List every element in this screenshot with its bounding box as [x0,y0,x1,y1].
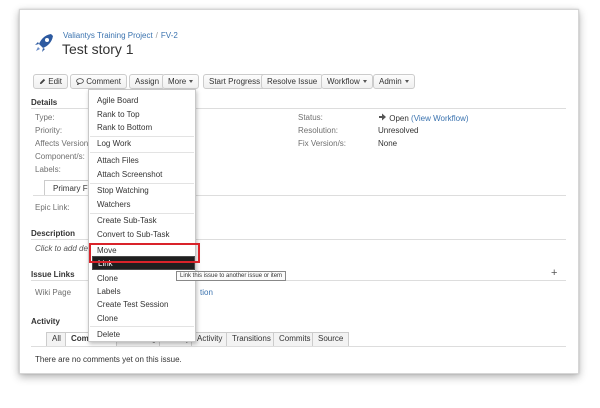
fix-version-value: None [378,139,398,148]
priority-label: Priority: [35,126,63,135]
view-workflow-link[interactable]: (View Workflow) [411,114,469,123]
breadcrumb-project-link[interactable]: Valiantys Training Project [63,31,153,40]
workflow-button[interactable]: Workflow [321,74,373,89]
menu-item-create-test-session[interactable]: Create Test Session [97,300,168,309]
tab-transitions[interactable]: Transitions [226,332,277,346]
chevron-down-icon [362,80,367,83]
menu-item-watchers[interactable]: Watchers [97,200,131,209]
comment-icon [76,78,84,86]
edit-label: Edit [48,77,63,86]
menu-item-log-work[interactable]: Log Work [97,139,131,148]
menu-item-delete[interactable]: Delete [97,330,120,339]
comment-label: Comment [86,77,121,86]
menu-separator [90,136,194,137]
tab-primary-fields[interactable]: Primary Fiel [44,180,96,195]
admin-label: Admin [379,77,402,86]
resolution-value: Unresolved [378,126,419,135]
fix-version-label: Fix Version/s: [298,139,347,148]
empty-comments-message: There are no comments yet on this issue. [35,355,182,364]
breadcrumb-separator: / [155,31,158,40]
status-open-icon [379,113,386,121]
resolve-issue-button[interactable]: Resolve Issue [261,74,324,89]
menu-separator [90,183,194,184]
epic-link-label: Epic Link: [35,203,70,212]
affects-version-label: Affects Version/s [35,139,95,148]
description-placeholder[interactable]: Click to add des [35,244,92,253]
tab-source[interactable]: Source [312,332,350,346]
menu-item-create-sub-task[interactable]: Create Sub-Task [97,216,157,225]
comment-button[interactable]: Comment [70,74,127,89]
menu-item-labels[interactable]: Labels [97,287,121,296]
menu-item-agile-board[interactable]: Agile Board [97,96,138,105]
start-progress-button[interactable]: Start Progress [203,74,267,89]
menu-separator [90,152,194,153]
activity-heading: Activity [31,317,60,326]
tab-all[interactable]: All [46,332,67,346]
edit-button[interactable]: Edit [33,74,69,89]
issue-links-heading: Issue Links [31,270,75,279]
assign-button[interactable]: Assign [129,74,166,89]
wiki-page-label: Wiki Page [35,288,72,297]
wiki-page-link[interactable]: tion [200,288,213,297]
admin-button[interactable]: Admin [373,74,415,89]
add-link-button[interactable]: + [551,267,557,279]
more-button[interactable]: More [162,74,200,89]
workflow-label: Workflow [327,77,360,86]
chevron-down-icon [404,80,409,83]
details-heading: Details [31,98,58,107]
menu-item-attach-screenshot[interactable]: Attach Screenshot [97,170,162,179]
divider [31,346,566,347]
pencil-icon [39,78,46,85]
rocket-icon [33,32,55,54]
chevron-down-icon [189,80,194,83]
status-text: Open [389,114,409,123]
status-label: Status: [298,113,323,122]
menu-item-convert-to-sub-task[interactable]: Convert to Sub-Task [97,230,169,239]
link-highlight-box [89,243,200,263]
issue-view-window: Valiantys Training Project / FV-2 Test sto… [19,9,579,374]
link-tooltip: Link this issue to another issue or item [176,271,287,281]
more-dropdown-menu: Agile Board Rank to Top Rank to Bottom L… [88,89,196,342]
tab-activity[interactable]: Activity [191,332,229,346]
menu-separator [90,213,194,214]
more-label: More [168,77,187,86]
resolution-label: Resolution: [298,126,339,135]
type-label: Type: [35,113,55,122]
component-label: Component/s: [35,152,85,161]
menu-item-attach-files[interactable]: Attach Files [97,156,139,165]
tab-commits[interactable]: Commits [273,332,317,346]
menu-separator [90,326,194,327]
menu-item-clone-2[interactable]: Clone [97,314,118,323]
labels-label: Labels: [35,165,61,174]
status-value: Open (View Workflow) [378,113,469,123]
menu-item-rank-to-bottom[interactable]: Rank to Bottom [97,123,152,132]
page-title: Test story 1 [62,41,134,57]
breadcrumb: Valiantys Training Project / FV-2 [63,31,178,40]
breadcrumb-issue-key-link[interactable]: FV-2 [161,31,178,40]
description-heading: Description [31,229,76,238]
menu-item-rank-to-top[interactable]: Rank to Top [97,110,140,119]
menu-item-clone[interactable]: Clone [97,274,118,283]
menu-item-stop-watching[interactable]: Stop Watching [97,186,149,195]
